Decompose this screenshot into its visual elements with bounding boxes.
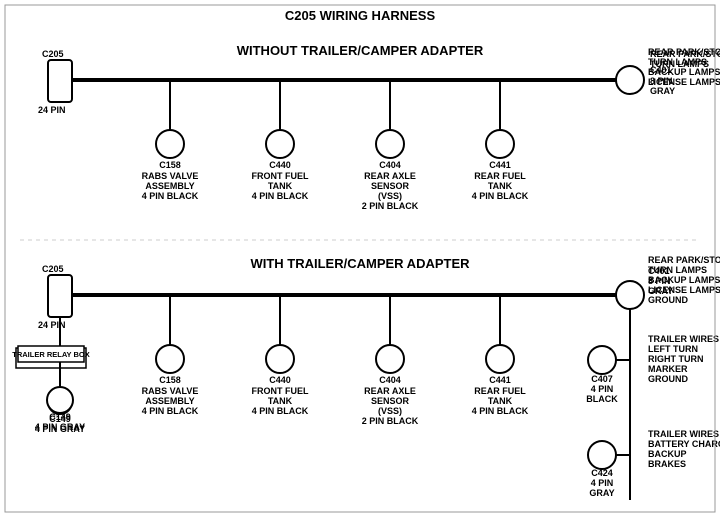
c149-pin: 4 PIN GRAY <box>35 422 85 432</box>
top-c404-d2: SENSOR <box>371 181 410 191</box>
bottom-c205-pin: 24 PIN <box>38 320 66 330</box>
top-c440-label: C440 <box>269 160 291 170</box>
bottom-c407-color: BLACK <box>586 394 618 404</box>
top-c401-r1: REAR PARK/STOP <box>648 47 720 57</box>
top-c440-d1: FRONT FUEL <box>252 171 309 181</box>
top-c440-connector <box>266 130 294 158</box>
bottom-c441-connector <box>486 345 514 373</box>
bottom-c404-d3: (VSS) <box>378 406 402 416</box>
bottom-c424-r2: BATTERY CHARGE <box>648 439 720 449</box>
top-c404-label: C404 <box>379 160 401 170</box>
top-c441-connector <box>486 130 514 158</box>
bottom-c404-label: C404 <box>379 375 401 385</box>
top-c205-label: C205 <box>42 49 64 59</box>
top-section-title: WITHOUT TRAILER/CAMPER ADAPTER <box>237 43 484 58</box>
bottom-c401-r5: GROUND <box>648 295 688 305</box>
bottom-c205-label: C205 <box>42 264 64 274</box>
bottom-c441-label: C441 <box>489 375 511 385</box>
bottom-c407-r3: RIGHT TURN <box>648 354 704 364</box>
bottom-c407-label: C407 <box>591 374 613 384</box>
bottom-c407-r2: LEFT TURN <box>648 344 698 354</box>
trailer-relay-box-text1: TRAILER RELAY BOX <box>12 350 90 359</box>
c149-connector <box>47 387 73 413</box>
bottom-c404-connector <box>376 345 404 373</box>
bottom-section-title: WITH TRAILER/CAMPER ADAPTER <box>250 256 470 271</box>
top-c401-r4: LICENSE LAMPS <box>648 77 720 87</box>
bottom-c404-d2: SENSOR <box>371 396 410 406</box>
bottom-c407-r5: GROUND <box>648 374 688 384</box>
bottom-c158-d2: ASSEMBLY <box>145 396 194 406</box>
top-c441-label: C441 <box>489 160 511 170</box>
bottom-c441-d1: REAR FUEL <box>474 386 526 396</box>
bottom-c424-r4: BRAKES <box>648 459 686 469</box>
top-c441-d1: REAR FUEL <box>474 171 526 181</box>
top-c401-r2: TURN LAMPS <box>648 57 707 67</box>
top-c441-d2: TANK <box>488 181 513 191</box>
bottom-c407-r4: MARKER <box>648 364 688 374</box>
bottom-c407-connector <box>588 346 616 374</box>
top-c404-d1: REAR AXLE <box>364 171 416 181</box>
bottom-c424-r1: TRAILER WIRES <box>648 429 719 439</box>
bottom-c404-d1: REAR AXLE <box>364 386 416 396</box>
top-c158-d3: 4 PIN BLACK <box>142 191 199 201</box>
top-c404-connector <box>376 130 404 158</box>
bottom-c401-r1: REAR PARK/STOP <box>648 255 720 265</box>
bottom-c424-color: GRAY <box>589 488 614 498</box>
top-c158-connector <box>156 130 184 158</box>
bottom-c407-r1: TRAILER WIRES <box>648 334 719 344</box>
bottom-c407-pin: 4 PIN <box>591 384 614 394</box>
c149-label: C149 <box>49 412 71 422</box>
bottom-c440-label: C440 <box>269 375 291 385</box>
bottom-c401-r2: TURN LAMPS <box>648 265 707 275</box>
bottom-c401-r4: LICENSE LAMPS <box>648 285 720 295</box>
bottom-c440-d2: TANK <box>268 396 293 406</box>
bottom-left-connector <box>48 275 72 317</box>
bottom-c404-d4: 2 PIN BLACK <box>362 416 419 426</box>
bottom-c158-d3: 4 PIN BLACK <box>142 406 199 416</box>
top-c205-pin: 24 PIN <box>38 105 66 115</box>
bottom-right-connector <box>616 281 644 309</box>
bottom-c424-connector <box>588 441 616 469</box>
top-c440-d3: 4 PIN BLACK <box>252 191 309 201</box>
top-c158-d1: RABS VALVE <box>142 171 199 181</box>
top-left-connector <box>48 60 72 102</box>
top-c158-label: C158 <box>159 160 181 170</box>
bottom-c158-label: C158 <box>159 375 181 385</box>
bottom-c424-pin: 4 PIN <box>591 478 614 488</box>
top-c401-r3: BACKUP LAMPS <box>648 67 720 77</box>
bottom-c441-d2: TANK <box>488 396 513 406</box>
top-c401-color: GRAY <box>650 86 675 96</box>
bottom-c440-connector <box>266 345 294 373</box>
bottom-c401-r3: BACKUP LAMPS <box>648 275 720 285</box>
top-c441-d3: 4 PIN BLACK <box>472 191 529 201</box>
top-c404-d4: 2 PIN BLACK <box>362 201 419 211</box>
bottom-c440-d3: 4 PIN BLACK <box>252 406 309 416</box>
bottom-c440-d1: FRONT FUEL <box>252 386 309 396</box>
bottom-c441-d3: 4 PIN BLACK <box>472 406 529 416</box>
bottom-c424-r3: BACKUP <box>648 449 687 459</box>
bottom-c158-d1: RABS VALVE <box>142 386 199 396</box>
top-right-connector <box>616 66 644 94</box>
bottom-c158-connector <box>156 345 184 373</box>
top-c158-d2: ASSEMBLY <box>145 181 194 191</box>
top-c440-d2: TANK <box>268 181 293 191</box>
bottom-c424-label: C424 <box>591 468 613 478</box>
top-c404-d3: (VSS) <box>378 191 402 201</box>
page-title: C205 WIRING HARNESS <box>285 8 436 23</box>
